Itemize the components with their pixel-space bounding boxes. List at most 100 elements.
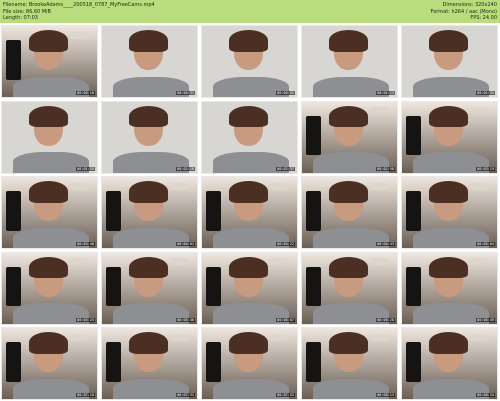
video-thumbnail[interactable]: 00:05:46 bbox=[101, 251, 198, 325]
thumbnail-timestamp: 00:01:13 bbox=[376, 91, 395, 95]
video-thumbnail[interactable]: 00:05:25 bbox=[1, 251, 98, 325]
background-lamp bbox=[470, 182, 488, 190]
background-lamp bbox=[470, 258, 488, 266]
thumbnail-timestamp: 00:05:04 bbox=[476, 242, 495, 246]
contact-sheet: Filename: BrookeAdams____200518_0787_MyF… bbox=[0, 0, 500, 401]
background-chair bbox=[105, 191, 121, 231]
video-thumbnail[interactable]: 00:00:10 bbox=[1, 25, 98, 98]
metadata-right: Dimensions: 320x240 Format: h264 / aac (… bbox=[431, 2, 497, 22]
length-label: Length: 07:03 bbox=[3, 15, 38, 21]
person-hair bbox=[328, 256, 369, 279]
video-thumbnail[interactable]: 00:06:49 bbox=[401, 251, 498, 325]
thumbnail-timestamp: 00:06:49 bbox=[476, 317, 495, 322]
person-hair bbox=[28, 332, 69, 354]
background-lamp bbox=[70, 182, 88, 190]
video-thumbnail[interactable]: 00:04:22 bbox=[201, 176, 298, 249]
person-hair bbox=[128, 332, 169, 354]
background-lamp bbox=[470, 107, 488, 115]
background-chair bbox=[305, 266, 321, 307]
background-chair bbox=[105, 342, 121, 382]
video-thumbnail[interactable]: 00:02:16 bbox=[101, 100, 198, 174]
video-thumbnail[interactable]: 00:03:40 bbox=[1, 176, 98, 249]
video-thumbnail[interactable]: 00:04:01 bbox=[101, 176, 198, 249]
thumbnail-timestamp: 00:08:34 bbox=[476, 393, 495, 397]
background-chair bbox=[5, 191, 21, 231]
person-hair bbox=[28, 256, 69, 279]
thumbnail-timestamp: 00:04:43 bbox=[376, 242, 395, 246]
person-hair bbox=[428, 181, 469, 203]
background-chair bbox=[205, 266, 221, 307]
person-hair bbox=[228, 332, 269, 354]
background-lamp bbox=[270, 333, 288, 341]
background-lamp bbox=[70, 258, 88, 266]
video-thumbnail[interactable]: 00:08:34 bbox=[401, 327, 498, 400]
background-chair bbox=[305, 115, 321, 156]
person-hair bbox=[428, 30, 469, 52]
video-thumbnail[interactable]: 00:05:04 bbox=[401, 176, 498, 249]
background-lamp bbox=[370, 107, 388, 115]
background-lamp bbox=[370, 258, 388, 266]
metadata-header: Filename: BrookeAdams____200518_0787_MyF… bbox=[0, 0, 500, 23]
video-thumbnail[interactable]: 00:07:52 bbox=[201, 327, 298, 400]
background-lamp bbox=[470, 333, 488, 341]
fps-label: FPS: 24.00 bbox=[470, 15, 497, 21]
video-thumbnail[interactable]: 00:06:07 bbox=[201, 251, 298, 325]
background-lamp bbox=[170, 333, 188, 341]
background-chair bbox=[405, 115, 421, 156]
background-lamp bbox=[370, 333, 388, 341]
person-hair bbox=[328, 181, 369, 203]
person-hair bbox=[328, 332, 369, 354]
background-chair bbox=[205, 342, 221, 382]
thumbnail-timestamp: 00:05:25 bbox=[76, 317, 95, 322]
background-chair bbox=[405, 191, 421, 231]
thumbnail-timestamp: 00:02:37 bbox=[276, 166, 295, 171]
background-lamp bbox=[70, 31, 88, 39]
thumbnail-timestamp: 00:03:40 bbox=[76, 242, 95, 246]
video-thumbnail[interactable]: 00:02:58 bbox=[301, 100, 398, 174]
person-hair bbox=[328, 30, 369, 52]
video-thumbnail[interactable]: 00:00:31 bbox=[101, 25, 198, 98]
person-hair bbox=[228, 256, 269, 279]
background-chair bbox=[5, 342, 21, 382]
video-thumbnail[interactable]: 00:07:10 bbox=[1, 327, 98, 400]
thumbnail-timestamp: 00:04:22 bbox=[276, 242, 295, 246]
person-hair bbox=[128, 181, 169, 203]
video-thumbnail[interactable]: 00:06:28 bbox=[301, 251, 398, 325]
video-thumbnail[interactable]: 00:01:55 bbox=[1, 100, 98, 174]
thumbnail-timestamp: 00:07:52 bbox=[276, 393, 295, 397]
person-hair bbox=[428, 332, 469, 354]
person-hair bbox=[28, 30, 69, 52]
person-hair bbox=[28, 105, 69, 128]
person-hair bbox=[228, 105, 269, 128]
person-hair bbox=[428, 256, 469, 279]
person-hair bbox=[228, 181, 269, 203]
video-thumbnail[interactable]: 00:02:37 bbox=[201, 100, 298, 174]
background-chair bbox=[305, 191, 321, 231]
video-thumbnail[interactable]: 00:07:31 bbox=[101, 327, 198, 400]
video-thumbnail[interactable]: 00:00:52 bbox=[201, 25, 298, 98]
person-hair bbox=[128, 30, 169, 52]
thumbnail-timestamp: 00:08:13 bbox=[376, 393, 395, 397]
background-chair bbox=[305, 342, 321, 382]
person-hair bbox=[328, 105, 369, 128]
video-thumbnail[interactable]: 00:01:34 bbox=[401, 25, 498, 98]
video-thumbnail[interactable]: 00:01:13 bbox=[301, 25, 398, 98]
background-chair bbox=[405, 342, 421, 382]
person-hair bbox=[428, 105, 469, 128]
thumbnail-timestamp: 00:07:10 bbox=[76, 393, 95, 397]
thumbnail-timestamp: 00:05:46 bbox=[176, 317, 195, 322]
thumbnail-grid: 00:00:10 00:00:31 00:00:52 00:01:13 00:01:34… bbox=[1, 23, 499, 400]
thumbnail-timestamp: 00:06:07 bbox=[276, 317, 295, 322]
thumbnail-timestamp: 00:02:16 bbox=[176, 166, 195, 171]
thumbnail-timestamp: 00:07:31 bbox=[176, 393, 195, 397]
background-chair bbox=[5, 266, 21, 307]
background-lamp bbox=[170, 182, 188, 190]
background-lamp bbox=[170, 258, 188, 266]
video-thumbnail[interactable]: 00:08:13 bbox=[301, 327, 398, 400]
thumbnail-timestamp: 00:01:55 bbox=[76, 166, 95, 171]
background-chair bbox=[105, 266, 121, 307]
video-thumbnail[interactable]: 00:03:19 bbox=[401, 100, 498, 174]
video-thumbnail[interactable]: 00:04:43 bbox=[301, 176, 398, 249]
person-hair bbox=[28, 181, 69, 203]
thumbnail-timestamp: 00:02:58 bbox=[376, 166, 395, 171]
